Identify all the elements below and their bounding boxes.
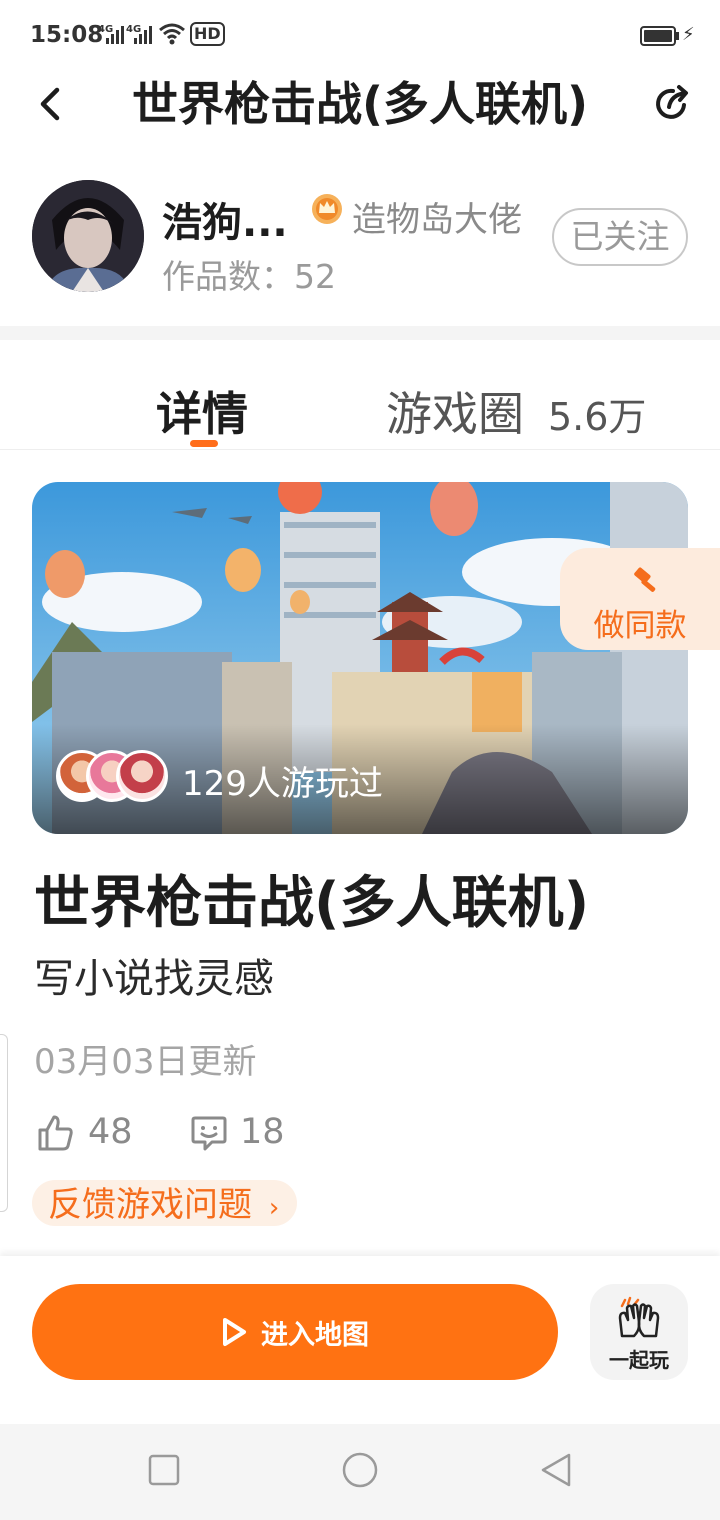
hammer-icon — [634, 567, 656, 592]
wifi-icon — [159, 23, 185, 45]
works-count: 作品数：52 — [162, 250, 336, 298]
charging-icon: ⚡ — [682, 24, 695, 45]
share-icon — [656, 85, 688, 119]
enter-map-button[interactable]: 进入地图 — [32, 1284, 558, 1380]
update-date: 03月03日更新 — [34, 1042, 257, 1082]
enter-map-label: 进入地图 — [261, 1319, 369, 1351]
author-section: 浩狗... 造物岛大佬 作品数：52 已关注 — [0, 170, 720, 310]
make-same-label: 做同款 — [593, 608, 687, 644]
battery-icon — [640, 26, 676, 46]
play-icon — [223, 1318, 246, 1346]
thumbs-up-icon[interactable] — [36, 1114, 74, 1152]
like-count: 48 — [88, 1112, 133, 1152]
high-five-icon — [618, 1296, 660, 1338]
game-description: 写小说找灵感 — [34, 956, 274, 1002]
game-title: 世界枪击战(多人联机) — [34, 871, 590, 936]
battery-tip — [676, 32, 679, 40]
status-time: 15:08 — [30, 22, 104, 48]
signal-icon — [134, 24, 152, 44]
hd-icon: HD — [190, 22, 225, 46]
page-title: 世界枪击战(多人联机) — [131, 77, 589, 131]
side-drawer-handle[interactable] — [0, 1034, 8, 1212]
chevron-right-icon: › — [268, 1193, 280, 1223]
report-issue-button[interactable]: 反馈游戏问题 › — [32, 1180, 298, 1226]
section-divider — [0, 326, 720, 340]
game-cover[interactable]: 129人游玩过 — [32, 482, 688, 834]
played-count: 129人游玩过 — [182, 764, 383, 804]
signal-icon — [106, 24, 124, 44]
follow-button[interactable]: 已关注 — [552, 208, 688, 266]
crown-badge-icon — [312, 194, 342, 224]
make-same-button[interactable]: 做同款 — [560, 548, 720, 650]
comment-count: 18 — [240, 1112, 285, 1152]
works-label: 作品数： — [162, 257, 294, 296]
player-avatar — [116, 750, 168, 802]
tab-game-circle[interactable]: 游戏圈 — [386, 378, 524, 444]
tab-bar: 详情 游戏圈 5.6万 — [0, 340, 720, 450]
share-button[interactable] — [644, 76, 700, 132]
player-avatars — [56, 750, 176, 806]
play-together-button[interactable]: 一起玩 — [590, 1284, 688, 1380]
avatar[interactable] — [32, 180, 144, 292]
comment-icon[interactable] — [190, 1114, 228, 1152]
home-icon[interactable] — [340, 1452, 380, 1492]
author-badge: 造物岛大佬 — [352, 200, 522, 240]
tab-game-circle-count: 5.6万 — [548, 395, 647, 439]
back-nav-icon[interactable] — [538, 1452, 574, 1488]
tab-indicator — [190, 440, 218, 447]
status-bar: 15:08 4G 4G HD ⚡ — [0, 0, 720, 72]
bottom-action-bar: 进入地图 一起玩 — [0, 1256, 720, 1424]
header: 世界枪击战(多人联机) — [0, 72, 720, 142]
recent-apps-icon[interactable] — [146, 1452, 182, 1488]
tab-detail[interactable]: 详情 — [156, 378, 248, 444]
works-value: 52 — [294, 257, 336, 296]
system-navigation-bar — [0, 1424, 720, 1520]
author-name[interactable]: 浩狗... — [162, 190, 288, 248]
report-issue-label: 反馈游戏问题 — [48, 1185, 252, 1225]
play-together-label: 一起玩 — [609, 1348, 669, 1372]
